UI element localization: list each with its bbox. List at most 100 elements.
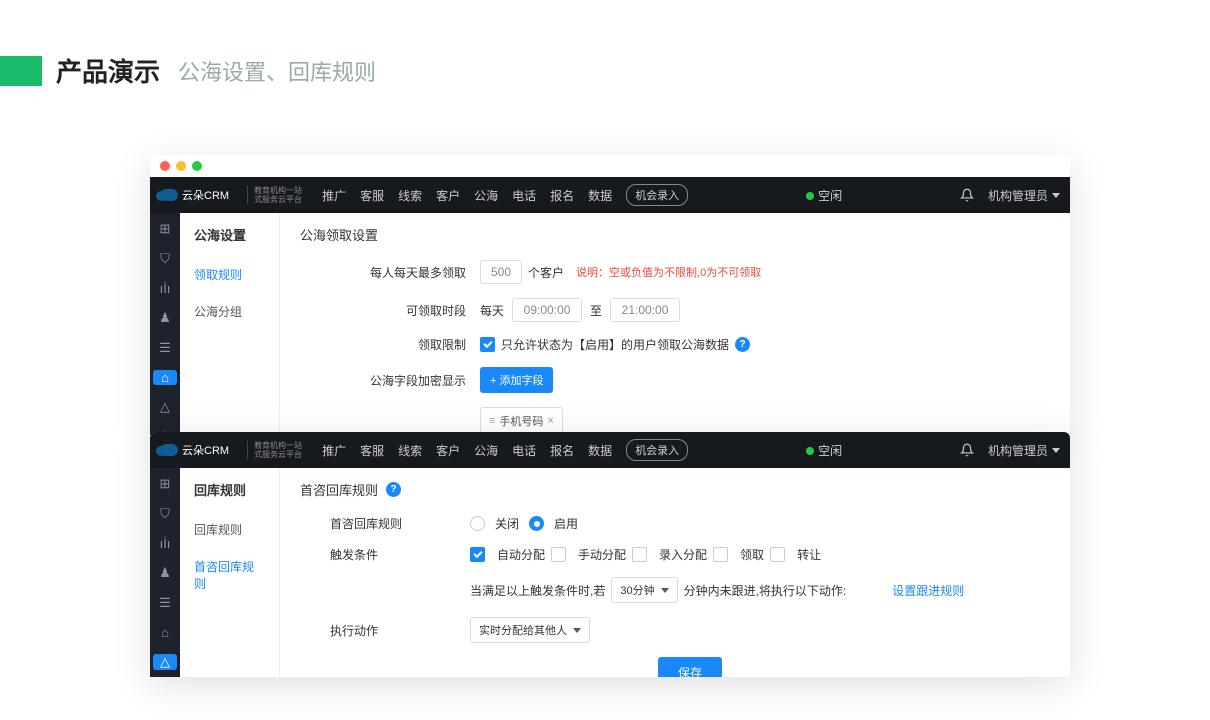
rail-icon-gonghai-active[interactable]: ⌂ <box>153 370 177 385</box>
side-item-fenzu[interactable]: 公海分组 <box>180 293 279 330</box>
nav2-4[interactable]: 公海 <box>474 442 498 459</box>
drag-icon: ≡ <box>489 415 495 427</box>
side-item-huiku[interactable]: 回库规则 <box>180 511 279 548</box>
nav-gonghai[interactable]: 公海 <box>474 187 498 204</box>
cloud-icon <box>160 189 178 201</box>
label-action: 执行动作 <box>330 622 420 639</box>
checkbox-restrict[interactable] <box>480 337 495 352</box>
rail2-icon-4[interactable]: ♟ <box>157 565 173 581</box>
chk-auto[interactable] <box>470 547 485 562</box>
rail-icon-1[interactable]: ⊞ <box>157 221 173 237</box>
field-tag-phone[interactable]: ≡ 手机号码 × <box>480 407 563 435</box>
to-text: 至 <box>590 302 602 319</box>
status-dot-icon <box>806 192 814 200</box>
rail-icon-7[interactable]: △ <box>157 399 173 415</box>
radio-off[interactable] <box>470 516 485 531</box>
top-toolbar: 云朵CRM 教育机构一站式服务云平台 推广 客服 线索 客户 公海 电话 报名 … <box>150 177 1070 213</box>
user-menu[interactable]: 机构管理员 <box>988 187 1060 204</box>
side-menu: 公海设置 领取规则 公海分组 <box>180 213 280 435</box>
chk-get[interactable] <box>713 547 728 562</box>
chevron-down-icon-2 <box>1052 448 1060 453</box>
add-field-button[interactable]: + 添加字段 <box>480 367 553 393</box>
section-title: 公海领取设置 <box>300 225 1050 244</box>
bell-icon[interactable] <box>960 188 974 202</box>
nav-kefu[interactable]: 客服 <box>360 187 384 204</box>
nav-pill-opportunity[interactable]: 机会录入 <box>626 184 688 206</box>
rail-icon-4[interactable]: ♟ <box>157 310 173 326</box>
cloud-icon <box>160 444 178 456</box>
rail2-icon-2[interactable]: ⛉ <box>157 506 173 522</box>
rail2-icon-3[interactable]: ıİı <box>157 536 173 551</box>
nav-baoming[interactable]: 报名 <box>550 187 574 204</box>
rail2-icon-6[interactable]: ⌂ <box>157 625 173 640</box>
nav2-2[interactable]: 线索 <box>398 442 422 459</box>
brand-sub-2: 教育机构一站式服务云平台 <box>247 441 302 459</box>
window-huiku-rules: 云朵CRM 教育机构一站式服务云平台 推广 客服 线索 客户 公海 电话 报名 … <box>150 432 1070 677</box>
restrict-text: 只允许状态为【启用】的用户领取公海数据 <box>501 336 729 353</box>
save-button[interactable]: 保存 <box>658 657 722 677</box>
nav2-0[interactable]: 推广 <box>322 442 346 459</box>
side-item-lingqu[interactable]: 领取规则 <box>180 256 279 293</box>
brand-sub: 教育机构一站式服务云平台 <box>247 186 302 204</box>
close-dot[interactable] <box>160 161 170 171</box>
side-item-shouzi[interactable]: 首咨回库规则 <box>180 548 279 602</box>
rail2-icon-active[interactable]: △ <box>153 654 177 670</box>
slide-subtitle: 公海设置、回库规则 <box>178 55 376 87</box>
nav-tuiguang[interactable]: 推广 <box>322 187 346 204</box>
link-follow-rule[interactable]: 设置跟进规则 <box>892 582 964 599</box>
slide-title: 产品演示 <box>56 52 160 89</box>
input-limit[interactable] <box>480 260 522 284</box>
select-action[interactable]: 实时分配给其他人 <box>470 617 590 643</box>
chk-manual[interactable] <box>551 547 566 562</box>
content-area-2: 首咨回库规则 ? 首咨回库规则 关闭 启用 触发条件 自动分配 <box>280 468 1070 677</box>
help-icon[interactable]: ? <box>735 337 750 352</box>
bell-icon-2[interactable] <box>960 443 974 457</box>
help-icon-2[interactable]: ? <box>386 482 401 497</box>
nav-kehu[interactable]: 客户 <box>436 187 460 204</box>
input-time-end[interactable] <box>610 298 680 322</box>
brand-logo-2[interactable]: 云朵CRM <box>160 442 229 458</box>
brand-name-2: 云朵CRM <box>182 442 229 458</box>
brand-logo[interactable]: 云朵CRM <box>160 187 229 203</box>
nav-dianhua[interactable]: 电话 <box>512 187 536 204</box>
brand-name: 云朵CRM <box>182 187 229 203</box>
nav-xiansuo[interactable]: 线索 <box>398 187 422 204</box>
icon-rail-2: ⊞ ⛉ ıİı ♟ ☰ ⌂ △ ♟ <box>150 468 180 677</box>
chk-transfer[interactable] <box>770 547 785 562</box>
user-menu-2[interactable]: 机构管理员 <box>988 442 1060 459</box>
window-gonghai-settings: 云朵CRM 教育机构一站式服务云平台 推广 客服 线索 客户 公海 电话 报名 … <box>150 155 1070 435</box>
rail2-icon-1[interactable]: ⊞ <box>157 476 173 492</box>
nav2-6[interactable]: 报名 <box>550 442 574 459</box>
minimize-dot[interactable] <box>176 161 186 171</box>
label-encrypt: 公海字段加密显示 <box>300 372 480 389</box>
label-rule: 首咨回库规则 <box>330 515 420 532</box>
chevron-down-icon <box>1052 193 1060 198</box>
slide-header: 产品演示 公海设置、回库规则 <box>0 0 1210 113</box>
nav2-5[interactable]: 电话 <box>512 442 536 459</box>
status-indicator-2: 空闲 <box>806 442 842 459</box>
maximize-dot[interactable] <box>192 161 202 171</box>
chk-input[interactable] <box>632 547 647 562</box>
status-indicator: 空闲 <box>806 187 842 204</box>
rail-icon-2[interactable]: ⛉ <box>157 251 173 267</box>
label-trigger: 触发条件 <box>330 546 420 563</box>
top-toolbar-2: 云朵CRM 教育机构一站式服务云平台 推广 客服 线索 客户 公海 电话 报名 … <box>150 432 1070 468</box>
tip-text: 说明：空或负值为不限制,0为不可领取 <box>576 264 761 280</box>
radio-on[interactable] <box>529 516 544 531</box>
rail-icon-5[interactable]: ☰ <box>157 340 173 356</box>
nav2-pill[interactable]: 机会录入 <box>626 439 688 461</box>
nav2-1[interactable]: 客服 <box>360 442 384 459</box>
nav-shuju[interactable]: 数据 <box>588 187 612 204</box>
input-time-start[interactable] <box>512 298 582 322</box>
rail-icon-3[interactable]: ıİı <box>157 281 173 296</box>
remove-tag-icon[interactable]: × <box>547 415 553 427</box>
mac-window-controls <box>150 155 1070 177</box>
nav2-7[interactable]: 数据 <box>588 442 612 459</box>
status-dot-icon-2 <box>806 447 814 455</box>
unit-text: 个客户 <box>528 264 564 281</box>
side-menu-2: 回库规则 回库规则 首咨回库规则 <box>180 468 280 677</box>
nav2-3[interactable]: 客户 <box>436 442 460 459</box>
select-time[interactable]: 30分钟 <box>611 577 677 603</box>
rail2-icon-5[interactable]: ☰ <box>157 595 173 611</box>
label-limit: 每人每天最多领取 <box>300 264 480 281</box>
